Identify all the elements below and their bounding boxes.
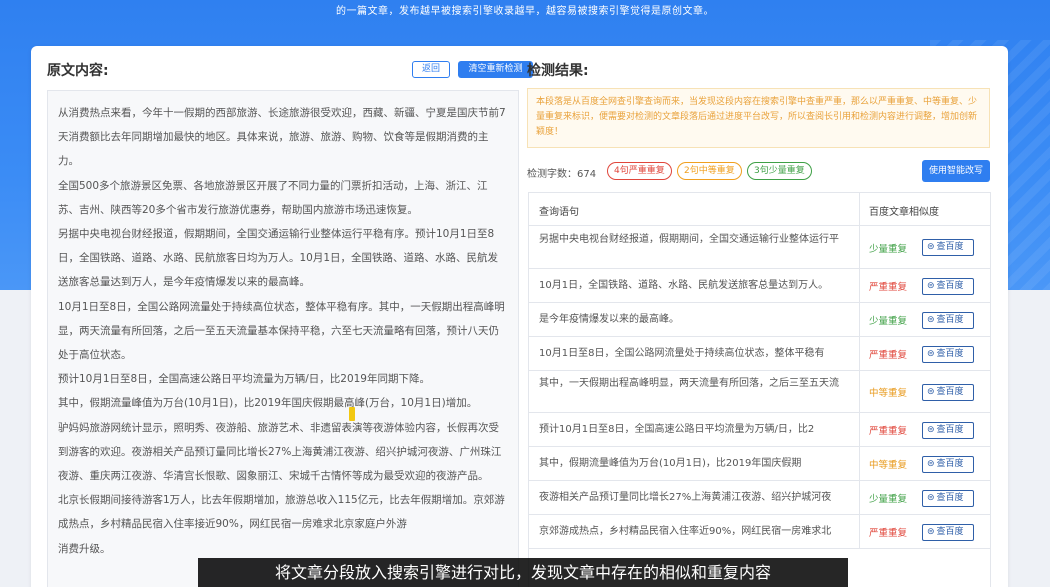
table-row: 预计10月1日至8日，全国高速公路日平均流量为万辆/日，比2 严重重复 ⊜ 查百度 (529, 413, 990, 447)
left-panel-header: 原文内容: 返回 清空重新检测 (47, 58, 533, 82)
similarity-level: 严重重复 (869, 350, 908, 361)
paragraph: 10月1日至8日，全国公路网流量处于持续高位状态，整体平稳有序。其中，一天假期出… (58, 300, 505, 362)
table-header: 查询语句 百度文章相似度 (529, 193, 990, 226)
notice-box: 本段落是从百度全网查引擎查询而来，当发现这段内容在搜索引擎中查重严重，那么以严重… (527, 88, 990, 148)
text-cursor-icon (349, 407, 355, 421)
table-row: 其中，假期流量峰值为万台(10月1日)，比2019年国庆假期 中等重复 ⊜ 查百度 (529, 447, 990, 481)
table-row: 是今年疫情爆发以来的最高峰。 少量重复 ⊜ 查百度 (529, 303, 990, 337)
video-subtitle: 将文章分段放入搜索引擎进行对比，发现文章中存在的相似和重复内容 (198, 558, 848, 587)
row-sentence: 预计10月1日至8日，全国高速公路日平均流量为万辆/日，比2 (539, 424, 815, 435)
check-baidu-label: 查百度 (936, 458, 964, 469)
check-baidu-label: 查百度 (936, 386, 964, 397)
clear-recheck-button[interactable]: 清空重新检测 (458, 61, 533, 78)
row-sentence: 其中，假期流量峰值为万台(10月1日)，比2019年国庆假期 (539, 458, 802, 469)
check-baidu-label: 查百度 (936, 492, 964, 503)
char-count: 检测字数：674 (527, 169, 597, 180)
row-sentence: 10月1日至8日，全国公路网流量处于持续高位状态，整体平稳有 (539, 348, 825, 359)
check-baidu-button[interactable]: ⊜ 查百度 (922, 523, 974, 541)
row-sentence: 其中，一天假期出程高峰明显，两天流量有所回落，之后三至五天流 (539, 378, 839, 389)
medium-badge[interactable]: 2句中等重复 (677, 162, 742, 180)
check-baidu-button[interactable]: ⊜ 查百度 (922, 383, 974, 401)
smart-rewrite-button[interactable]: 使用智能改写 (922, 160, 990, 182)
table-row: 京郊游成热点，乡村精品民宿入住率近90%，网红民宿一房难求北 严重重复 ⊜ 查百度 (529, 515, 990, 549)
row-sentence: 10月1日，全国铁路、道路、水路、民航发送旅客总量达到万人。 (539, 280, 829, 291)
search-icon: ⊜ (927, 242, 935, 252)
search-icon: ⊜ (927, 424, 935, 435)
paragraph: 北京长假期间接待游客1万人，比去年假期增加，旅游总收入115亿元，比去年假期增加… (58, 494, 505, 531)
column-sentence: 查询语句 (539, 207, 579, 218)
similarity-level: 严重重复 (869, 282, 908, 293)
column-similarity: 百度文章相似度 (869, 207, 939, 218)
original-content-title: 原文内容: (47, 63, 109, 79)
row-sentence: 另据中央电视台财经报道，假期期间，全国交通运输行业整体运行平 (539, 233, 839, 245)
result-title: 检测结果: (527, 63, 589, 79)
paragraph: 从消费热点来看，今年十一假期的西部旅游、长途旅游很受欢迎，西藏、新疆、宁夏是国庆… (58, 107, 506, 168)
table-row: 夜游相关产品预订量同比增长27%上海黄浦江夜游、绍兴护城河夜 少量重复 ⊜ 查百度 (529, 481, 990, 515)
check-baidu-label: 查百度 (936, 348, 964, 359)
check-baidu-button[interactable]: ⊜ 查百度 (922, 311, 974, 329)
similarity-level: 少量重复 (869, 494, 908, 505)
paragraph: 其中，假期流量峰值为万台(10月1日)，比2019年国庆假期最高峰(万台，10月… (58, 397, 478, 410)
search-icon: ⊜ (927, 314, 935, 325)
table-row: 另据中央电视台财经报道，假期期间，全国交通运输行业整体运行平少量重复 ⊜ 查百度 (529, 226, 990, 269)
check-baidu-label: 查百度 (936, 526, 964, 537)
search-icon: ⊜ (927, 492, 935, 503)
check-baidu-button[interactable]: ⊜ 查百度 (922, 277, 974, 295)
search-icon: ⊜ (927, 458, 935, 469)
paragraph: 驴妈妈旅游网统计显示，照明秀、夜游船、旅游艺术、非遗留表演等夜游体验内容，长假再… (58, 421, 502, 483)
similarity-level: 严重重复 (869, 426, 908, 437)
similarity-level: 严重重复 (869, 528, 908, 539)
row-sentence: 京郊游成热点，乡村精品民宿入住率近90%，网红民宿一房难求北 (539, 526, 832, 537)
banner-text: 的一篇文章，发布越早被搜索引擎收录越早，越容易被搜索引擎觉得是原创文章。 (336, 6, 714, 17)
check-baidu-label: 查百度 (936, 242, 964, 252)
paragraph: 全国500多个旅游景区免票、各地旅游景区开展了不同力量的门票折扣活动，上海、浙江… (58, 179, 488, 216)
back-button[interactable]: 返回 (412, 61, 450, 78)
result-table: 查询语句 百度文章相似度 另据中央电视台财经报道，假期期间，全国交通运输行业整体… (528, 192, 991, 587)
check-baidu-label: 查百度 (936, 314, 964, 325)
check-baidu-button[interactable]: ⊜ 查百度 (922, 239, 974, 256)
search-icon: ⊜ (927, 348, 935, 359)
check-baidu-button[interactable]: ⊜ 查百度 (922, 345, 974, 363)
paragraph: 另据中央电视台财经报道，假期期间，全国交通运输行业整体运行平稳有序。预计10月1… (58, 228, 499, 289)
table-row: 10月1日，全国铁路、道路、水路、民航发送旅客总量达到万人。 严重重复 ⊜ 查百度 (529, 269, 990, 303)
similarity-level: 中等重复 (869, 460, 908, 471)
search-icon: ⊜ (927, 526, 935, 537)
stats-bar: 检测字数：674 4句严重重复 2句中等重复 3句少量重复 使用智能改写 (527, 160, 990, 184)
check-baidu-label: 查百度 (936, 280, 964, 291)
search-icon: ⊜ (927, 280, 935, 291)
paragraph: 预计10月1日至8日，全国高速公路日平均流量为万辆/日，比2019年同期下降。 (58, 373, 430, 386)
light-badge[interactable]: 3句少量重复 (747, 162, 812, 180)
similarity-level: 少量重复 (869, 243, 908, 255)
table-row: 其中，一天假期出程高峰明显，两天流量有所回落，之后三至五天流中等重复 ⊜ 查百度 (529, 371, 990, 413)
search-icon: ⊜ (927, 386, 935, 397)
similarity-level: 中等重复 (869, 388, 908, 399)
check-baidu-button[interactable]: ⊜ 查百度 (922, 489, 974, 507)
row-sentence: 夜游相关产品预订量同比增长27%上海黄浦江夜游、绍兴护城河夜 (539, 492, 832, 503)
row-sentence: 是今年疫情爆发以来的最高峰。 (539, 314, 679, 325)
check-baidu-button[interactable]: ⊜ 查百度 (922, 455, 974, 473)
similarity-level: 少量重复 (869, 316, 908, 327)
original-text-box[interactable]: 从消费热点来看，今年十一假期的西部旅游、长途旅游很受欢迎，西藏、新疆、宁夏是国庆… (47, 90, 519, 587)
table-body: 另据中央电视台财经报道，假期期间，全国交通运输行业整体运行平 少量重复 ⊜ 查百度 10… (529, 226, 990, 549)
table-row: 10月1日至8日，全国公路网流量处于持续高位状态，整体平稳有 严重重复 ⊜ 查百度 (529, 337, 990, 371)
check-baidu-label: 查百度 (936, 424, 964, 435)
check-baidu-button[interactable]: ⊜ 查百度 (922, 421, 974, 439)
main-card: 原文内容: 返回 清空重新检测 从消费热点来看，今年十一假期的西部旅游、长途旅游… (31, 46, 1008, 587)
severe-badge[interactable]: 4句严重重复 (607, 162, 672, 180)
